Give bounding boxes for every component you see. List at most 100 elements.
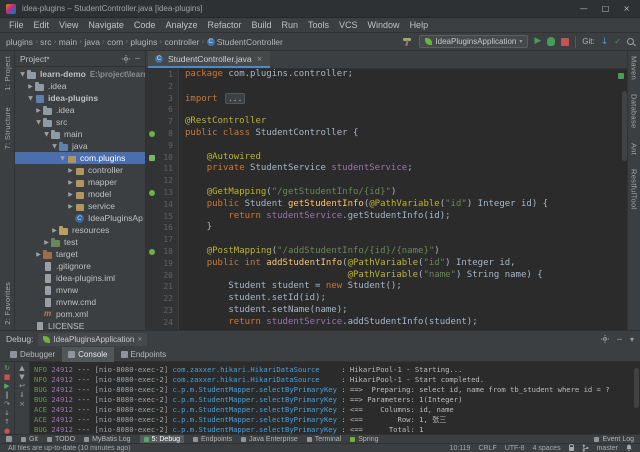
- tree-item-idea[interactable]: ▶.idea: [15, 104, 145, 116]
- gutter[interactable]: 23: [146, 305, 178, 317]
- pause-icon[interactable]: ‖: [1, 391, 13, 399]
- tree-item-src[interactable]: ▼src: [15, 116, 145, 128]
- editor-scrollbar[interactable]: [622, 91, 627, 161]
- breadcrumb-item-controller[interactable]: controller: [165, 37, 200, 47]
- close-session-icon[interactable]: ×: [137, 336, 142, 343]
- menu-item-refactor[interactable]: Refactor: [202, 20, 246, 30]
- menu-item-file[interactable]: File: [4, 20, 29, 30]
- debug-session-tab[interactable]: IdeaPluginsApplication ×: [38, 333, 147, 346]
- tree-item-service[interactable]: ▶service: [15, 200, 145, 212]
- tool-window-switcher-icon[interactable]: [6, 436, 12, 442]
- tree-item-main[interactable]: ▼main: [15, 128, 145, 140]
- autowired-icon[interactable]: [149, 155, 155, 161]
- run-config-select[interactable]: IdeaPluginsApplication ▾: [419, 35, 528, 48]
- menu-item-window[interactable]: Window: [363, 20, 405, 30]
- tree-item-test[interactable]: ▶test: [15, 236, 145, 248]
- rerun-icon[interactable]: ↻: [1, 364, 13, 372]
- gutter[interactable]: 3: [146, 93, 178, 105]
- gutter[interactable]: 20: [146, 270, 178, 282]
- build-button[interactable]: [402, 36, 413, 47]
- menu-item-analyze[interactable]: Analyze: [160, 20, 202, 30]
- step-into-icon[interactable]: ↓: [1, 409, 13, 417]
- debug-tab-console[interactable]: Console: [62, 347, 113, 362]
- gutter[interactable]: 14: [146, 199, 178, 211]
- tree-item-license[interactable]: LICENSE: [15, 320, 145, 330]
- step-over-icon[interactable]: ↷: [1, 400, 13, 408]
- breadcrumb-item-com[interactable]: com: [107, 37, 123, 47]
- chevron-collapsed-icon[interactable]: ▶: [34, 251, 43, 258]
- menu-item-code[interactable]: Code: [129, 20, 161, 30]
- chevron-expanded-icon[interactable]: ▼: [50, 143, 59, 150]
- menu-item-help[interactable]: Help: [405, 20, 434, 30]
- scroll-to-end-icon[interactable]: ⇓: [16, 391, 28, 399]
- gutter[interactable]: 12: [146, 175, 178, 187]
- gutter[interactable]: 17: [146, 234, 178, 246]
- menu-item-vcs[interactable]: VCS: [334, 20, 363, 30]
- project-tree[interactable]: ▼learn-demoE:\project\learn-demo▶.idea▼i…: [15, 67, 145, 330]
- clear-icon[interactable]: ×: [16, 400, 28, 408]
- minimize-button[interactable]: —: [580, 4, 588, 13]
- menu-item-build[interactable]: Build: [246, 20, 276, 30]
- chevron-expanded-icon[interactable]: ▼: [58, 155, 67, 162]
- tree-item-com-plugins[interactable]: ▼com.plugins: [15, 152, 145, 164]
- notifications-bell-icon[interactable]: [626, 444, 632, 452]
- debug-button[interactable]: [547, 37, 555, 46]
- gear-icon[interactable]: [122, 55, 130, 63]
- tree-item-gitignore[interactable]: .gitignore: [15, 260, 145, 272]
- breadcrumb-item-src[interactable]: src: [40, 37, 51, 47]
- chevron-collapsed-icon[interactable]: ▶: [66, 167, 75, 174]
- gutter[interactable]: 11: [146, 163, 178, 175]
- tree-item-resources[interactable]: ▶resources: [15, 224, 145, 236]
- tool-stripe-button-maven[interactable]: Maven: [630, 56, 639, 80]
- debug-console[interactable]: NFO 24912 --- [nio-8080-exec-2] com.zaxx…: [30, 362, 640, 434]
- breadcrumb-item-plugins[interactable]: plugins: [130, 37, 157, 47]
- debug-tab-debugger[interactable]: Debugger: [4, 347, 61, 362]
- breadcrumb-item-plugins[interactable]: plugins: [6, 37, 33, 47]
- gutter[interactable]: 6: [146, 104, 178, 116]
- lock-icon[interactable]: [569, 447, 574, 451]
- maximize-button[interactable]: □: [602, 4, 610, 13]
- hide-tool-window-icon[interactable]: ─: [617, 335, 622, 344]
- project-header[interactable]: Project ▾ ─: [15, 51, 145, 67]
- chevron-collapsed-icon[interactable]: ▶: [34, 107, 43, 114]
- spring-bean-icon[interactable]: [149, 190, 155, 196]
- breadcrumb-item-main[interactable]: main: [59, 37, 77, 47]
- tree-item-target[interactable]: ▶target: [15, 248, 145, 260]
- tool-stripe-button-2-favorites[interactable]: 2: Favorites: [3, 282, 12, 325]
- tree-item-controller[interactable]: ▶controller: [15, 164, 145, 176]
- search-icon[interactable]: [627, 38, 634, 45]
- gear-icon[interactable]: [601, 335, 609, 343]
- gutter[interactable]: 24: [146, 317, 178, 329]
- gutter[interactable]: 19: [146, 258, 178, 270]
- resume-icon[interactable]: ▶: [1, 382, 13, 390]
- gutter[interactable]: 7: [146, 116, 178, 128]
- git-update-button[interactable]: ↓: [601, 37, 609, 47]
- line-ending-indicator[interactable]: CRLF: [478, 445, 496, 452]
- chevron-collapsed-icon[interactable]: ▶: [42, 239, 51, 246]
- chevron-collapsed-icon[interactable]: ▶: [66, 179, 75, 186]
- menu-item-view[interactable]: View: [54, 20, 83, 30]
- tree-item-mapper[interactable]: ▶mapper: [15, 176, 145, 188]
- tree-item-model[interactable]: ▶model: [15, 188, 145, 200]
- close-tab-icon[interactable]: ×: [257, 55, 263, 63]
- tree-item-idea[interactable]: ▶.idea: [15, 80, 145, 92]
- up-stack-icon[interactable]: ▲: [16, 364, 28, 372]
- tool-stripe-button-7-structure[interactable]: 7: Structure: [3, 107, 12, 149]
- gutter[interactable]: 21: [146, 281, 178, 293]
- tool-stripe-button-database[interactable]: Database: [630, 94, 639, 129]
- indent-indicator[interactable]: 4 spaces: [533, 445, 561, 452]
- encoding-indicator[interactable]: UTF-8: [505, 445, 525, 452]
- close-button[interactable]: ×: [623, 4, 630, 13]
- collapse-icon[interactable]: ▾: [630, 335, 634, 344]
- gutter[interactable]: 10: [146, 152, 178, 164]
- hide-tool-window-icon[interactable]: ─: [135, 54, 140, 63]
- tree-item-pom-xml[interactable]: pom.xml: [15, 308, 145, 320]
- chevron-expanded-icon[interactable]: ▼: [34, 119, 43, 126]
- tree-item-learn-demo[interactable]: ▼learn-demoE:\project\learn-demo: [15, 68, 145, 80]
- chevron-expanded-icon[interactable]: ▼: [26, 95, 35, 102]
- gutter[interactable]: 18: [146, 246, 178, 258]
- tree-item-idea-plugins[interactable]: ▼idea-plugins: [15, 92, 145, 104]
- tree-item-java[interactable]: ▼java: [15, 140, 145, 152]
- gutter[interactable]: 13: [146, 187, 178, 199]
- editor-tab-studentcontroller[interactable]: C StudentController.java ×: [148, 51, 270, 68]
